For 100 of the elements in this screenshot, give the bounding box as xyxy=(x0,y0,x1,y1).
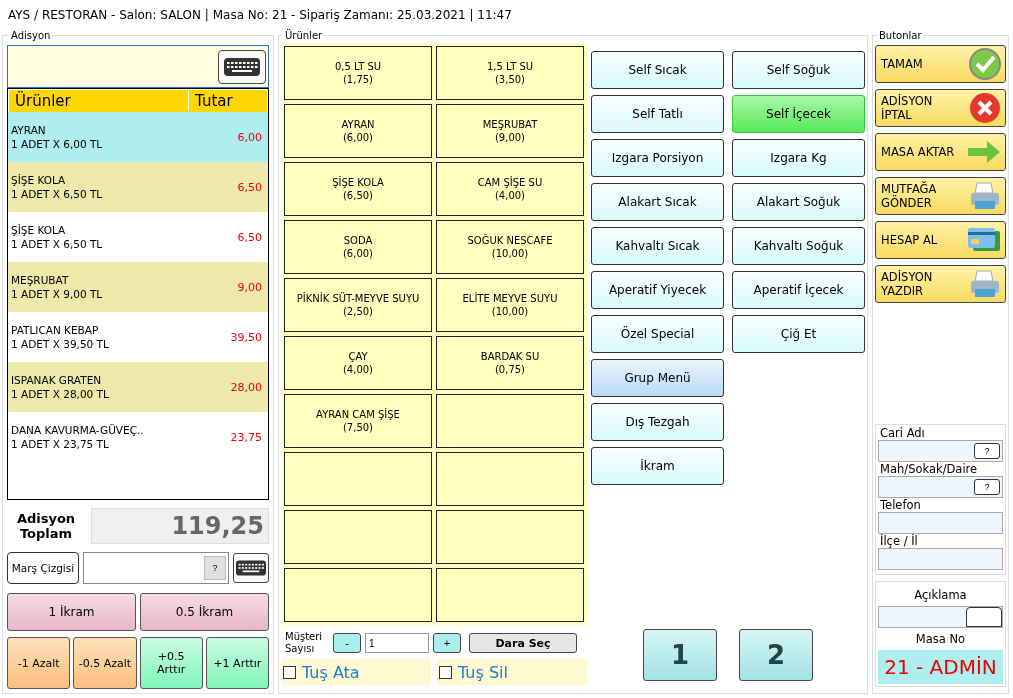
product-button[interactable]: MEŞRUBAT (9,00) xyxy=(436,104,584,158)
category-button[interactable]: Self Sıcak xyxy=(591,51,724,89)
dara-button[interactable]: Dara Seç xyxy=(469,633,577,653)
page-button[interactable]: 2 xyxy=(739,629,813,681)
quantity-button[interactable]: +0.5 Arttır xyxy=(139,637,203,689)
category-button[interactable]: Kahvaltı Soğuk xyxy=(732,227,865,265)
arrow-right-icon xyxy=(967,140,1001,164)
item-amount: 6,50 xyxy=(237,180,262,194)
ikram-button[interactable]: 0.5 İkram xyxy=(140,593,269,631)
total-value: 119,25 xyxy=(91,507,269,544)
category-button[interactable]: Kahvaltı Sıcak xyxy=(591,227,724,265)
item-name: MEŞRUBAT xyxy=(11,274,70,287)
search-field[interactable] xyxy=(7,45,269,89)
order-row[interactable]: ISPANAK GRATEN 1 ADET X 28,00 TL 28,00 xyxy=(8,362,268,413)
product-button[interactable]: 0,5 LT SU (1,75) xyxy=(284,46,432,100)
product-button[interactable]: PİKNİK SÜT-MEYVE SUYU (2,50) xyxy=(284,278,432,332)
order-row[interactable]: ŞİŞE KOLA 1 ADET X 6,50 TL 6,50 xyxy=(8,212,268,263)
keyboard-icon xyxy=(224,57,260,76)
column-header: Ürünler xyxy=(9,91,189,112)
action-button[interactable]: HESAP AL xyxy=(875,221,1006,259)
printer-icon xyxy=(969,181,1001,211)
cancel-icon xyxy=(969,92,1001,124)
keyboard-icon xyxy=(236,559,266,578)
field-label: İlçe / İl xyxy=(879,534,919,548)
count-field[interactable]: 1 xyxy=(365,633,429,653)
product-button[interactable]: CAM ŞİŞE SU (4,00) xyxy=(436,162,584,216)
mars-field[interactable]: ? xyxy=(83,552,229,585)
column-header: Tutar xyxy=(194,92,234,111)
quantity-button[interactable]: -0.5 Azalt xyxy=(73,637,137,689)
product-button[interactable]: AYRAN CAM ŞİŞE (7,50) xyxy=(284,394,432,448)
action-button[interactable]: MASA AKTAR xyxy=(875,133,1006,171)
group-label: Ürünler xyxy=(284,30,324,41)
check-icon xyxy=(969,48,1001,80)
product-button[interactable]: SODA (6,00) xyxy=(284,220,432,274)
item-amount: 9,00 xyxy=(237,280,262,294)
action-button[interactable]: MUTFAĞA GÖNDER xyxy=(875,177,1006,215)
category-button[interactable]: Çiğ Et xyxy=(732,315,865,353)
checkbox[interactable] xyxy=(283,665,296,679)
item-name: ŞİŞE KOLA xyxy=(11,224,67,237)
category-button[interactable]: Izgara Kg xyxy=(732,139,865,177)
category-button[interactable]: Self İçecek xyxy=(732,95,865,133)
keyboard-button[interactable] xyxy=(218,49,266,84)
text-field[interactable] xyxy=(878,512,1003,534)
credit-card-icon xyxy=(967,227,1001,253)
order-row[interactable]: DANA KAVURMA-GÜVEÇ.. 1 ADET X 23,75 TL 23,75 xyxy=(8,412,268,463)
key-option[interactable]: Tuş Ata xyxy=(281,659,431,685)
category-button[interactable]: Alakart Sıcak xyxy=(591,183,724,221)
checkbox[interactable] xyxy=(439,665,452,679)
category-button[interactable]: Aperatif Yiyecek xyxy=(591,271,724,309)
total-label: Adisyon Toplam xyxy=(15,510,77,541)
quantity-button[interactable]: +1 Arttır xyxy=(205,637,269,689)
quantity-button[interactable]: -1 Azalt xyxy=(7,637,71,689)
category-button[interactable]: Self Tatlı xyxy=(591,95,724,133)
product-button[interactable]: ELİTE MEYVE SUYU (10,00) xyxy=(436,278,584,332)
plus-button[interactable]: + xyxy=(433,633,461,653)
category-button[interactable]: Izgara Porsiyon xyxy=(591,139,724,177)
order-row[interactable]: MEŞRUBAT 1 ADET X 9,00 TL 9,00 xyxy=(8,262,268,313)
item-name: ŞİŞE KOLA xyxy=(11,174,67,187)
category-button[interactable]: Özel Special xyxy=(591,315,724,353)
key-option[interactable]: Tuş Sil xyxy=(437,659,587,685)
order-row[interactable]: PATLICAN KEBAP 1 ADET X 39,50 TL 39,50 xyxy=(8,312,268,363)
item-detail: 1 ADET X 39,50 TL xyxy=(11,338,110,351)
keyboard-button[interactable] xyxy=(233,553,269,584)
category-button[interactable]: Dış Tezgah xyxy=(591,403,724,441)
product-button[interactable]: SOĞUK NESCAFE (10,00) xyxy=(436,220,584,274)
table-value: 21 - ADMİN xyxy=(878,650,1003,684)
product-button[interactable]: 1,5 LT SU (3,50) xyxy=(436,46,584,100)
help-button[interactable]: ? xyxy=(974,479,1000,495)
product-button[interactable]: ŞİŞE KOLA (6,50) xyxy=(284,162,432,216)
table-label: Masa No xyxy=(914,632,967,646)
help-button[interactable]: ? xyxy=(204,556,226,581)
item-name: ISPANAK GRATEN xyxy=(11,374,103,387)
item-name: DANA KAVURMA-GÜVEÇ.. xyxy=(11,424,145,437)
category-button[interactable]: Self Soğuk xyxy=(732,51,865,89)
order-row[interactable]: ŞİŞE KOLA 1 ADET X 6,50 TL 6,50 xyxy=(8,162,268,213)
item-amount: 28,00 xyxy=(230,380,262,394)
product-button[interactable]: ÇAY (4,00) xyxy=(284,336,432,390)
text-field[interactable] xyxy=(878,548,1003,570)
category-button[interactable]: Aperatif İçecek xyxy=(732,271,865,309)
text-field[interactable]: ? xyxy=(878,440,1003,462)
product-button[interactable]: AYRAN (6,00) xyxy=(284,104,432,158)
category-button[interactable]: Grup Menü xyxy=(591,359,724,397)
action-button[interactable]: ADİSYON İPTAL xyxy=(875,89,1006,127)
page-button[interactable]: 1 xyxy=(643,629,717,681)
minus-button[interactable]: - xyxy=(333,633,361,653)
mars-button[interactable]: Marş Çizgisi xyxy=(7,552,79,585)
ikram-button[interactable]: 1 İkram xyxy=(7,593,136,631)
field-label: Cari Adı xyxy=(879,426,926,440)
group-label: Butonlar xyxy=(878,30,923,41)
action-button[interactable]: ADİSYON YAZDIR xyxy=(875,265,1006,303)
category-button[interactable]: Alakart Soğuk xyxy=(732,183,865,221)
help-button[interactable]: ? xyxy=(974,443,1000,459)
item-amount: 6,50 xyxy=(237,230,262,244)
note-field[interactable] xyxy=(878,606,1003,628)
field-label: Telefon xyxy=(879,498,922,512)
text-field[interactable]: ? xyxy=(878,476,1003,498)
action-button[interactable]: TAMAM xyxy=(875,45,1006,83)
product-button[interactable]: BARDAK SU (0,75) xyxy=(436,336,584,390)
category-button[interactable]: İkram xyxy=(591,447,724,485)
order-row[interactable]: AYRAN 1 ADET X 6,00 TL 6,00 xyxy=(8,112,268,163)
